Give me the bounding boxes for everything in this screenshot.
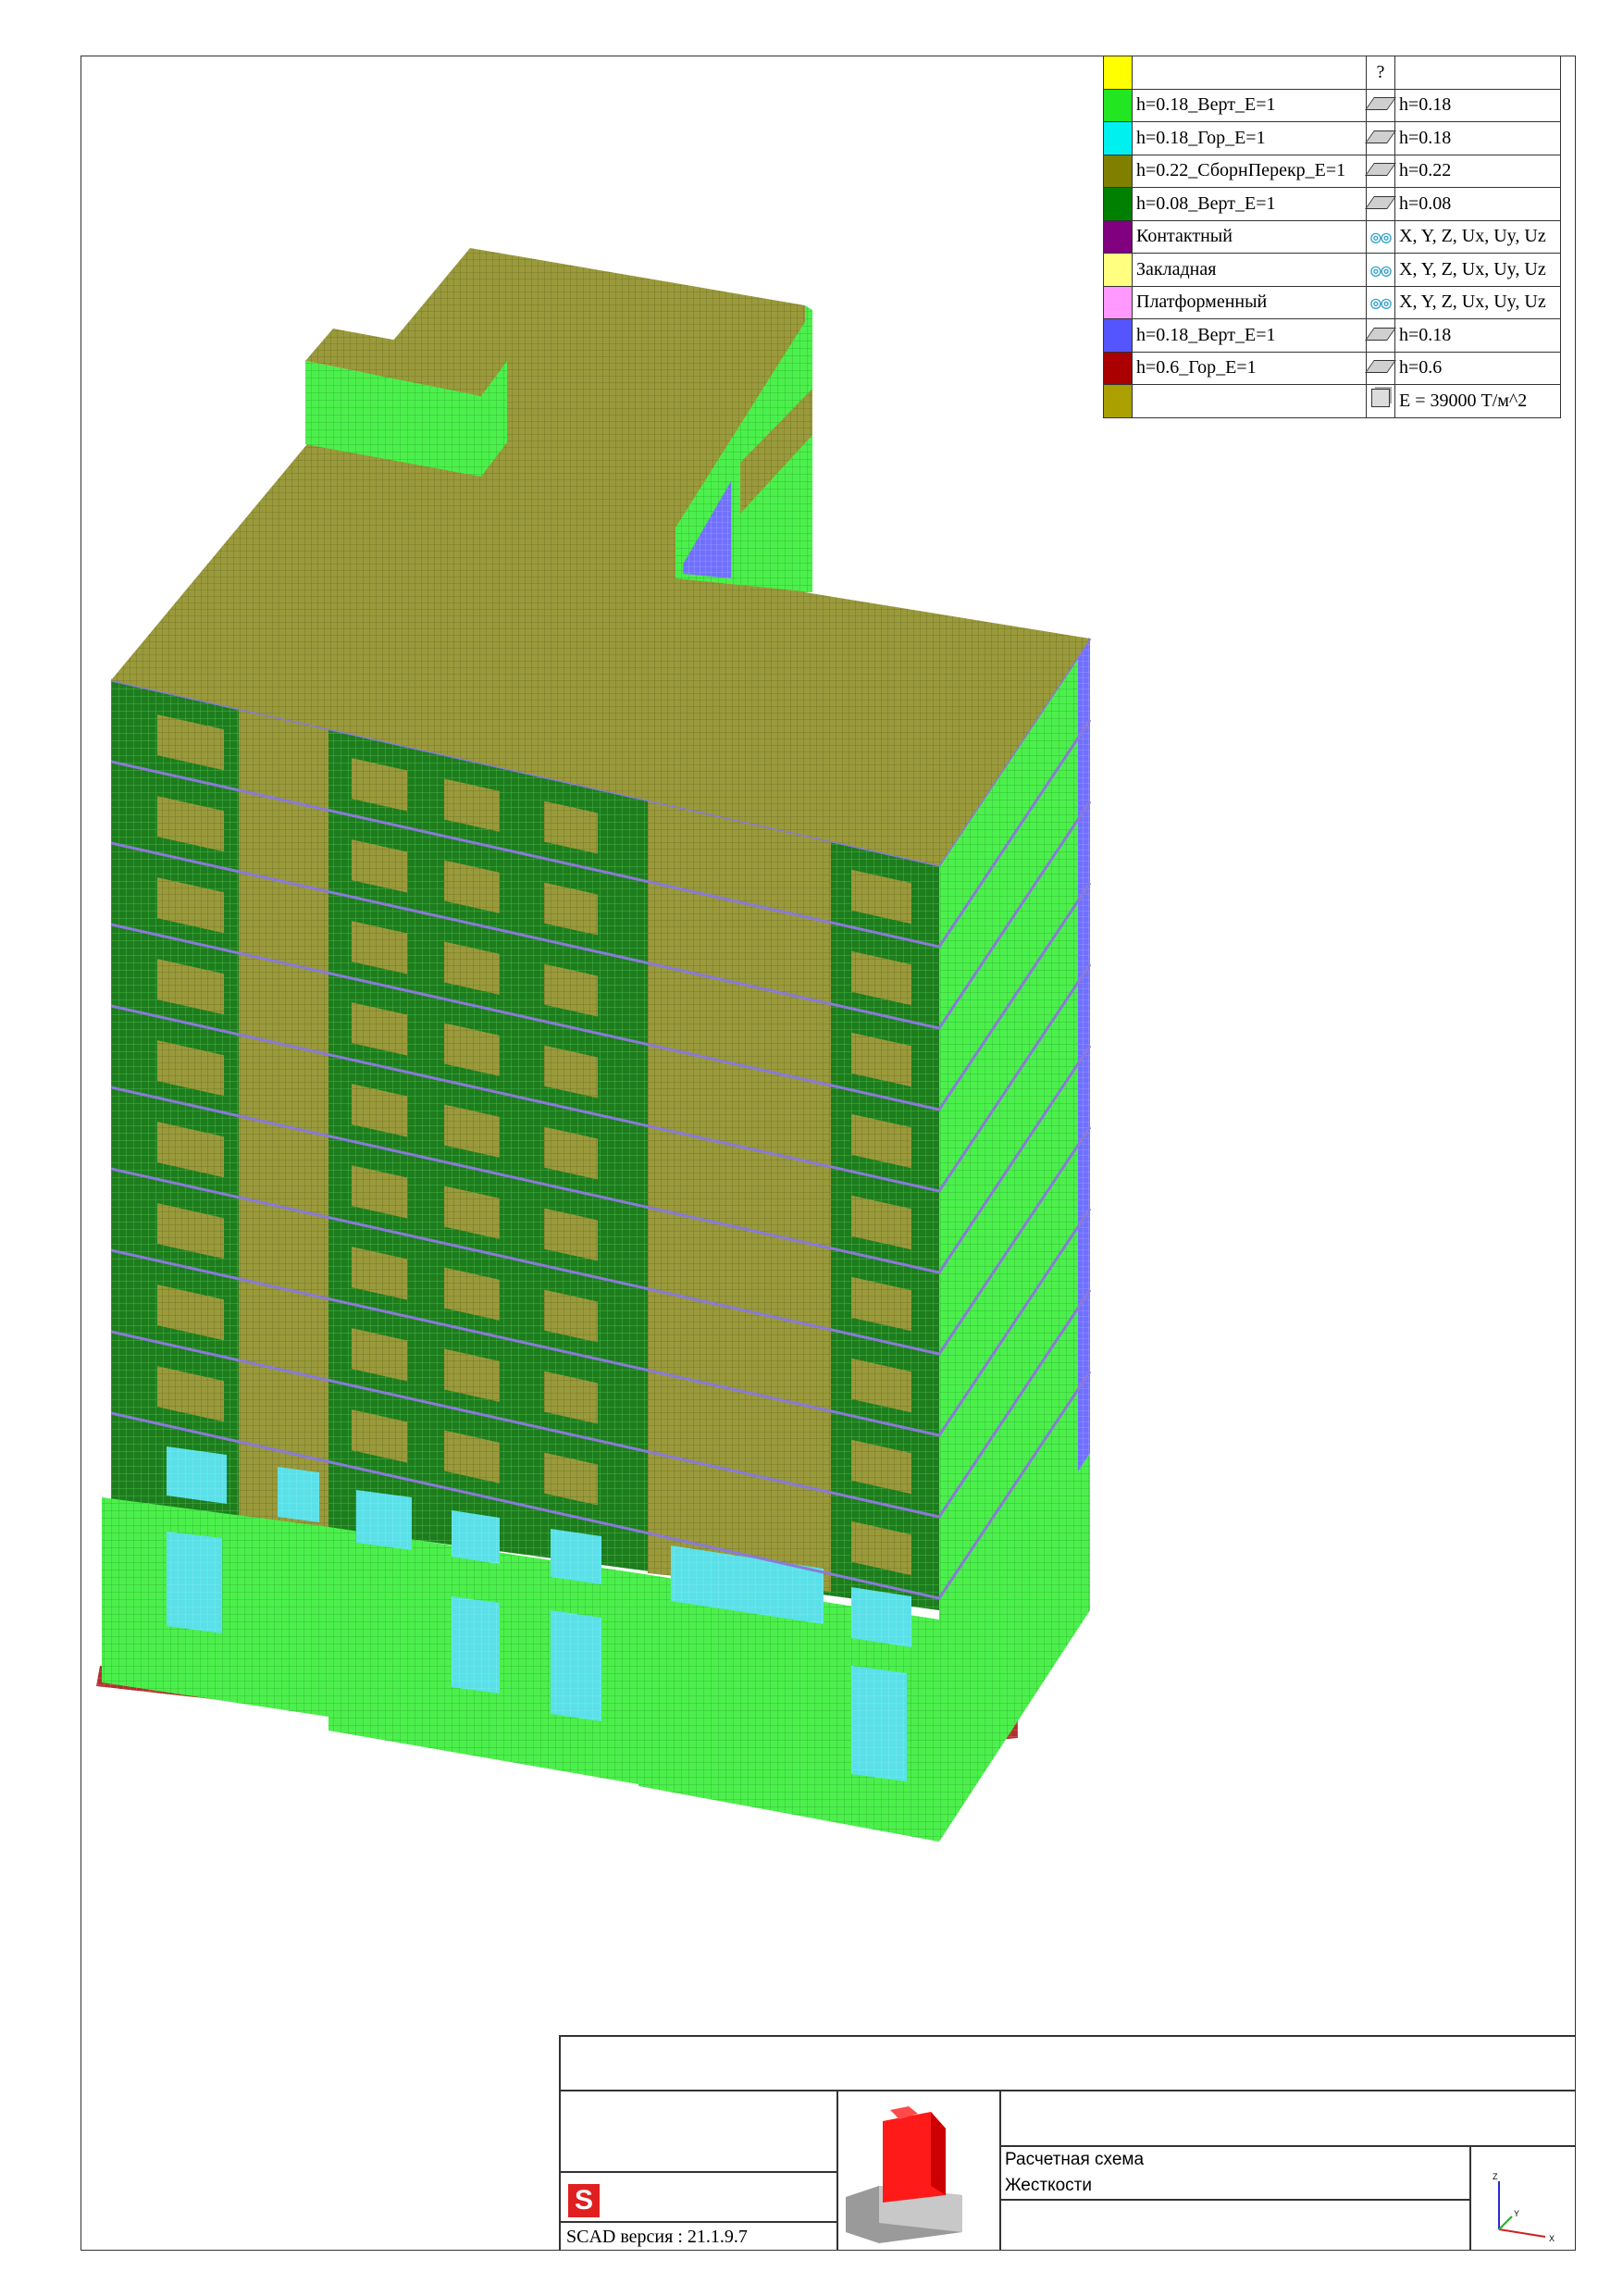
glazing-2 xyxy=(278,1467,319,1522)
facade-strip-1 xyxy=(239,708,328,1550)
legend-row: h=0.18_Гор_E=1 h=0.18 xyxy=(1103,121,1561,155)
legend-value: X, Y, Z, Ux, Uy, Uz xyxy=(1394,253,1561,287)
legend-value: h=0.22 xyxy=(1394,154,1561,188)
ground-door-4 xyxy=(851,1666,907,1781)
legend-swatch xyxy=(1103,219,1133,254)
legend-swatch xyxy=(1103,121,1133,155)
legend-name: h=0.6_Гор_E=1 xyxy=(1132,351,1367,385)
link-icon: ◎◎ xyxy=(1366,285,1395,319)
legend-value: h=0.6 xyxy=(1394,351,1561,385)
ground-door-2 xyxy=(452,1596,500,1694)
legend-value: h=0.18 xyxy=(1394,318,1561,353)
ground-door-1 xyxy=(167,1532,222,1633)
legend-row: h=0.6_Гор_E=1 h=0.6 xyxy=(1103,351,1561,385)
legend-name: h=0.08_Верт_E=1 xyxy=(1132,187,1367,221)
legend-value: X, Y, Z, Ux, Uy, Uz xyxy=(1394,219,1561,254)
scad-version: SCAD версия : 21.1.9.7 xyxy=(566,2227,748,2247)
legend-row: Закладная ◎◎ X, Y, Z, Ux, Uy, Uz xyxy=(1103,253,1561,287)
link-icon: ◎◎ xyxy=(1366,253,1395,287)
legend-name: h=0.18_Гор_E=1 xyxy=(1132,121,1367,155)
legend-swatch xyxy=(1103,318,1133,353)
scheme-title: Расчетная схема xyxy=(1005,2150,1145,2169)
scad-logo: S xyxy=(568,2184,600,2217)
glazing-1 xyxy=(167,1446,227,1504)
glazing-5 xyxy=(551,1529,601,1584)
legend-swatch xyxy=(1103,154,1133,188)
legend-name: Закладная xyxy=(1132,253,1367,287)
legend-value: X, Y, Z, Ux, Uy, Uz xyxy=(1394,285,1561,319)
scheme-subtitle: Жесткости xyxy=(1005,2176,1092,2195)
legend-name: Контактный xyxy=(1132,219,1367,254)
legend-row: h=0.18_Верт_E=1 h=0.18 xyxy=(1103,88,1561,122)
legend-swatch xyxy=(1103,285,1133,319)
plate-icon xyxy=(1365,187,1396,221)
legend-header-row: ? xyxy=(1103,56,1561,90)
legend-value: h=0.18 xyxy=(1394,88,1561,122)
plate-icon xyxy=(1365,318,1396,353)
legend-name: h=0.18_Верт_E=1 xyxy=(1132,88,1367,122)
legend-header-mark: ? xyxy=(1366,56,1395,90)
legend-row: Контактный ◎◎ X, Y, Z, Ux, Uy, Uz xyxy=(1103,219,1561,254)
legend-row: h=0.18_Верт_E=1 h=0.18 xyxy=(1103,318,1561,353)
legend-name: Платформенный xyxy=(1132,285,1367,319)
svg-text:Y: Y xyxy=(1514,2209,1519,2218)
legend-swatch xyxy=(1103,88,1133,122)
legend-row: E = 39000 Т/м^2 xyxy=(1103,384,1561,418)
glazing-4 xyxy=(452,1510,500,1564)
model-thumbnail xyxy=(846,2106,962,2243)
glazing-7 xyxy=(851,1587,911,1647)
facade-strip-2 xyxy=(648,777,831,1592)
legend-name: h=0.22_СборнПерекр_E=1 xyxy=(1132,154,1367,188)
legend-swatch xyxy=(1103,253,1133,287)
legend-swatch xyxy=(1103,56,1133,90)
plate-icon xyxy=(1365,351,1396,385)
legend-value: h=0.08 xyxy=(1394,187,1561,221)
axes-icon: Z Y X xyxy=(1493,2172,1555,2243)
plate-icon xyxy=(1365,121,1396,155)
legend-value: h=0.18 xyxy=(1394,121,1561,155)
svg-text:X: X xyxy=(1549,2234,1555,2243)
legend-row: h=0.08_Верт_E=1 h=0.08 xyxy=(1103,187,1561,221)
legend-swatch xyxy=(1103,384,1133,418)
plate-icon xyxy=(1365,88,1396,122)
svg-text:Z: Z xyxy=(1493,2172,1498,2181)
legend-name xyxy=(1132,384,1367,418)
legend-swatch xyxy=(1103,351,1133,385)
ground-door-3 xyxy=(551,1610,601,1721)
legend-swatch xyxy=(1103,187,1133,221)
legend-name: h=0.18_Верт_E=1 xyxy=(1132,318,1367,353)
legend-value: E = 39000 Т/м^2 xyxy=(1394,384,1561,418)
link-icon: ◎◎ xyxy=(1366,219,1395,254)
glazing-3 xyxy=(356,1490,412,1550)
legend-row: h=0.22_СборнПерекр_E=1 h=0.22 xyxy=(1103,154,1561,188)
plate-icon xyxy=(1365,154,1396,188)
legend-row: Платформенный ◎◎ X, Y, Z, Ux, Uy, Uz xyxy=(1103,285,1561,319)
solid-icon xyxy=(1366,384,1395,418)
legend-table: ? h=0.18_Верт_E=1 h=0.18 h=0.18_Гор_E=1 h=0.… xyxy=(1103,56,1561,418)
